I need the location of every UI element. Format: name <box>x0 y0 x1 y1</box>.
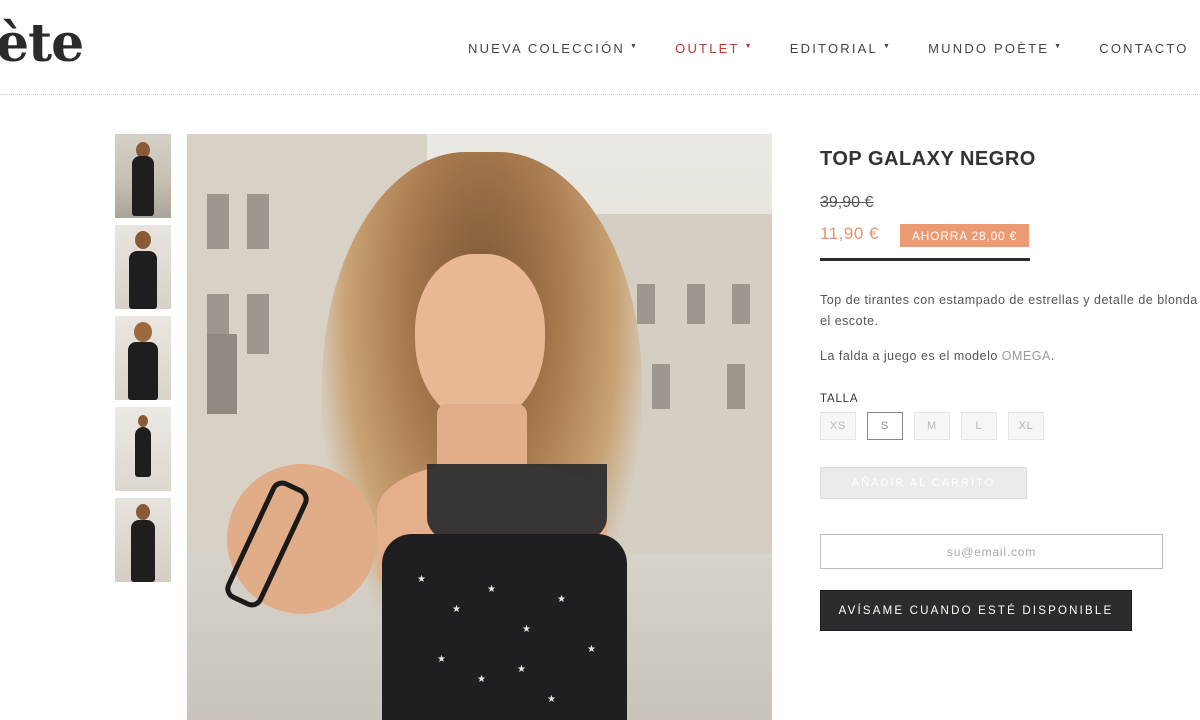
product-thumbnail-5[interactable] <box>115 498 171 582</box>
size-selector: XS S M L XL <box>820 412 1055 440</box>
matching-prefix: La falda a juego es el modelo <box>820 349 1002 363</box>
size-option-m[interactable]: M <box>914 412 950 440</box>
add-to-cart-button[interactable]: AÑADIR AL CARRITO <box>820 467 1027 499</box>
thumbnail-strip <box>115 134 171 589</box>
product-thumbnail-2[interactable] <box>115 225 171 309</box>
original-price: 39,90 € <box>820 194 874 211</box>
size-option-xs[interactable]: XS <box>820 412 856 440</box>
matching-suffix: . <box>1050 349 1055 363</box>
caret-down-icon: ▼ <box>1054 43 1064 50</box>
nav-item-nueva-coleccion[interactable]: NUEVA COLECCIÓN ▼ <box>468 41 639 56</box>
sale-price: 11,90 € <box>820 224 879 243</box>
caret-down-icon: ▼ <box>630 43 640 50</box>
nav-item-outlet[interactable]: OUTLET ▼ <box>675 41 754 56</box>
product-thumbnail-4[interactable] <box>115 407 171 491</box>
main-nav: NUEVA COLECCIÓN ▼ OUTLET ▼ EDITORIAL ▼ M… <box>468 36 1200 61</box>
site-header: ète NUEVA COLECCIÓN ▼ OUTLET ▼ EDITORIAL… <box>0 0 1200 95</box>
nav-item-editorial[interactable]: EDITORIAL ▼ <box>790 41 892 56</box>
caret-down-icon: ▼ <box>882 43 893 50</box>
product-description: Top de tirantes con estampado de estrell… <box>820 293 1200 328</box>
notify-email-input[interactable] <box>820 534 1163 569</box>
product-title: TOP GALAXY NEGRO <box>820 148 1036 170</box>
nav-item-label: MUNDO POÈTE <box>928 41 1050 56</box>
savings-badge: AHORRA 28,00 € <box>900 224 1029 247</box>
matching-item-link[interactable]: OMEGA <box>1002 349 1051 363</box>
size-label: TALLA <box>820 393 859 405</box>
caret-down-icon: ▼ <box>744 43 754 50</box>
matching-item-text: La falda a juego es el modelo OMEGA. <box>820 349 1055 363</box>
product-thumbnail-3[interactable] <box>115 316 171 400</box>
size-option-s[interactable]: S <box>867 412 903 440</box>
brand-logo[interactable]: ète <box>0 14 84 74</box>
size-option-xl[interactable]: XL <box>1008 412 1044 440</box>
notify-when-available-button[interactable]: AVÍSAME CUANDO ESTÉ DISPONIBLE <box>820 590 1132 631</box>
nav-item-label: CONTACTO <box>1099 41 1189 56</box>
nav-item-mundo-poete[interactable]: MUNDO POÈTE ▼ <box>928 41 1063 56</box>
nav-item-label: OUTLET <box>675 41 740 56</box>
size-option-l[interactable]: L <box>961 412 997 440</box>
nav-item-label: EDITORIAL <box>789 41 878 56</box>
main-product-image[interactable]: ★ ★ ★ ★ ★ ★ ★ ★ ★ ★ <box>187 134 772 720</box>
nav-item-contacto[interactable]: CONTACTO <box>1099 41 1188 56</box>
nav-item-label: NUEVA COLECCIÓN <box>468 41 626 56</box>
price-divider <box>820 258 1030 261</box>
product-thumbnail-1[interactable] <box>115 134 171 218</box>
